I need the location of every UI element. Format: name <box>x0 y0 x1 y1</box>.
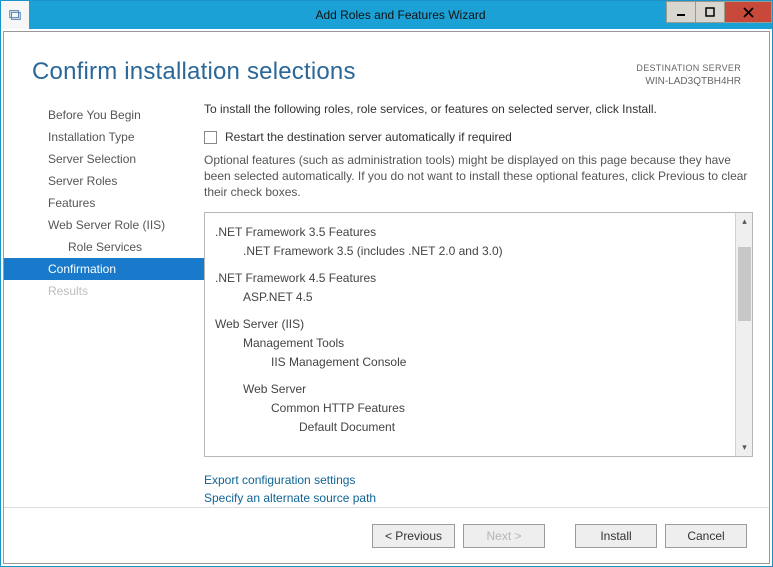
sidebar-item-features[interactable]: Features <box>4 192 204 214</box>
restart-checkbox-label: Restart the destination server automatic… <box>225 130 512 144</box>
feature-item: Web Server <box>215 380 729 399</box>
next-button: Next > <box>463 524 545 548</box>
link-export-configuration[interactable]: Export configuration settings <box>204 471 753 489</box>
action-links: Export configuration settings Specify an… <box>204 471 753 507</box>
features-list[interactable]: .NET Framework 3.5 Features .NET Framewo… <box>205 213 735 456</box>
titlebar: Add Roles and Features Wizard <box>1 1 772 29</box>
feature-item: .NET Framework 3.5 (includes .NET 2.0 an… <box>215 242 729 261</box>
content-row: Before You Begin Installation Type Serve… <box>4 88 769 507</box>
sidebar-item-results: Results <box>4 280 204 302</box>
feature-item: ASP.NET 4.5 <box>215 288 729 307</box>
destination-server-block: DESTINATION SERVER WIN-LAD3QTBH4HR <box>636 58 741 88</box>
header-area: Confirm installation selections DESTINAT… <box>4 32 769 88</box>
sidebar-item-confirmation[interactable]: Confirmation <box>4 258 204 280</box>
feature-item: .NET Framework 3.5 Features <box>215 223 729 242</box>
sidebar-item-server-roles[interactable]: Server Roles <box>4 170 204 192</box>
features-listbox: .NET Framework 3.5 Features .NET Framewo… <box>204 212 753 457</box>
wizard-body: Confirm installation selections DESTINAT… <box>3 31 770 564</box>
feature-item: Management Tools <box>215 334 729 353</box>
sidebar: Before You Begin Installation Type Serve… <box>4 102 204 507</box>
destination-label: DESTINATION SERVER <box>636 62 741 75</box>
previous-button[interactable]: < Previous <box>372 524 455 548</box>
feature-item: .NET Framework 4.5 Features <box>215 269 729 288</box>
restart-checkbox[interactable] <box>204 131 217 144</box>
scroll-up-icon[interactable]: ▴ <box>736 213 753 230</box>
restart-checkbox-row[interactable]: Restart the destination server automatic… <box>204 130 753 144</box>
link-alternate-source-path[interactable]: Specify an alternate source path <box>204 489 753 507</box>
sidebar-item-role-services[interactable]: Role Services <box>4 236 204 258</box>
sidebar-item-installation-type[interactable]: Installation Type <box>4 126 204 148</box>
destination-name: WIN-LAD3QTBH4HR <box>636 75 741 88</box>
footer-button-row: < Previous Next > Install Cancel <box>4 507 769 563</box>
sidebar-item-before-you-begin[interactable]: Before You Begin <box>4 104 204 126</box>
sidebar-item-web-server-role-iis[interactable]: Web Server Role (IIS) <box>4 214 204 236</box>
cancel-button[interactable]: Cancel <box>665 524 747 548</box>
wizard-window: Add Roles and Features Wizard Confirm in… <box>0 0 773 567</box>
intro-text: To install the following roles, role ser… <box>204 102 753 116</box>
feature-item: Web Server (IIS) <box>215 315 729 334</box>
feature-item: IIS Management Console <box>215 353 729 372</box>
main-panel: To install the following roles, role ser… <box>204 102 753 507</box>
feature-item: Default Document <box>215 418 729 437</box>
features-scrollbar[interactable]: ▴ ▾ <box>735 213 752 456</box>
feature-item: Common HTTP Features <box>215 399 729 418</box>
maximize-button[interactable] <box>695 1 725 23</box>
window-controls <box>667 1 772 23</box>
page-title: Confirm installation selections <box>32 58 356 88</box>
sidebar-item-server-selection[interactable]: Server Selection <box>4 148 204 170</box>
install-button[interactable]: Install <box>575 524 657 548</box>
scroll-down-icon[interactable]: ▾ <box>736 439 753 456</box>
optional-note: Optional features (such as administratio… <box>204 152 753 200</box>
app-icon <box>1 1 29 29</box>
window-title: Add Roles and Features Wizard <box>29 8 772 22</box>
scroll-thumb[interactable] <box>738 247 751 321</box>
close-button[interactable] <box>724 1 772 23</box>
minimize-button[interactable] <box>666 1 696 23</box>
